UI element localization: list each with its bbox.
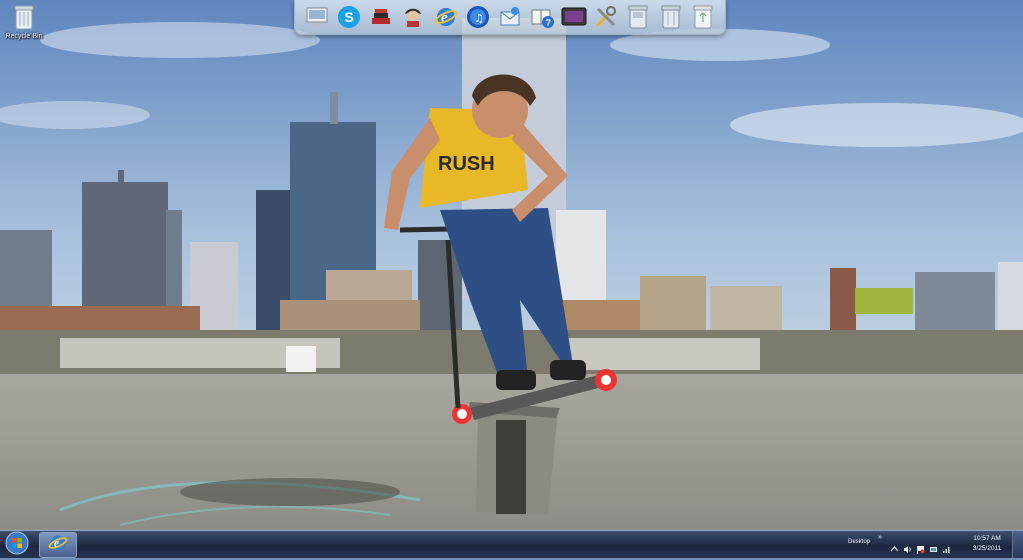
application-dock: S e ♫ ? (294, 0, 726, 35)
svg-text:♫: ♫ (474, 12, 484, 25)
volume-icon[interactable] (903, 541, 912, 553)
toolbar-chevron-icon[interactable]: » (878, 534, 882, 541)
clock-time: 10:57 AM (973, 535, 1001, 542)
trash-full-icon[interactable] (625, 4, 651, 30)
desktop-icon-label: Recycle Bin (5, 33, 43, 40)
trash-empty-icon[interactable] (690, 4, 716, 30)
show-desktop-button[interactable] (1012, 531, 1023, 558)
start-button[interactable] (2, 531, 32, 560)
monitor-icon[interactable] (561, 4, 587, 30)
trash-icon[interactable] (658, 4, 684, 30)
help-book-icon[interactable]: ? (529, 4, 555, 30)
avatar-icon[interactable] (400, 4, 426, 30)
skype-icon[interactable]: S (336, 4, 362, 30)
internet-explorer-icon[interactable]: e (433, 4, 459, 30)
flag-icon[interactable] (916, 541, 925, 554)
signal-icon[interactable] (942, 541, 951, 553)
desktop-toolbar-label[interactable]: Desktop (848, 539, 870, 545)
svg-text:?: ? (546, 18, 552, 28)
clock-date: 3/25/2011 (972, 545, 1002, 552)
taskbar-internet-explorer-button[interactable]: e (39, 532, 77, 558)
arrow-up-icon[interactable] (890, 541, 899, 551)
taskbar: e Desktop » 10:57 AM 3/25/2011 (0, 530, 1023, 558)
books-icon[interactable] (368, 4, 394, 30)
windows-orb-icon (5, 531, 29, 560)
music-player-icon[interactable]: ♫ (465, 4, 491, 30)
system-clock[interactable]: 10:57 AM 3/25/2011 (966, 534, 1008, 554)
recycle-bin-icon (13, 3, 35, 31)
mail-icon[interactable] (497, 4, 523, 30)
desktop-wallpaper: RUSH (0, 0, 1023, 530)
notification-area (890, 538, 951, 554)
tools-icon[interactable] (593, 4, 619, 30)
svg-text:S: S (345, 9, 354, 25)
desktop-icon-recycle-bin[interactable]: Recycle Bin (2, 3, 46, 40)
svg-text:RUSH: RUSH (438, 153, 495, 175)
internet-explorer-icon: e (48, 533, 68, 558)
computer-icon[interactable] (304, 4, 330, 30)
network-icon[interactable] (929, 541, 938, 552)
